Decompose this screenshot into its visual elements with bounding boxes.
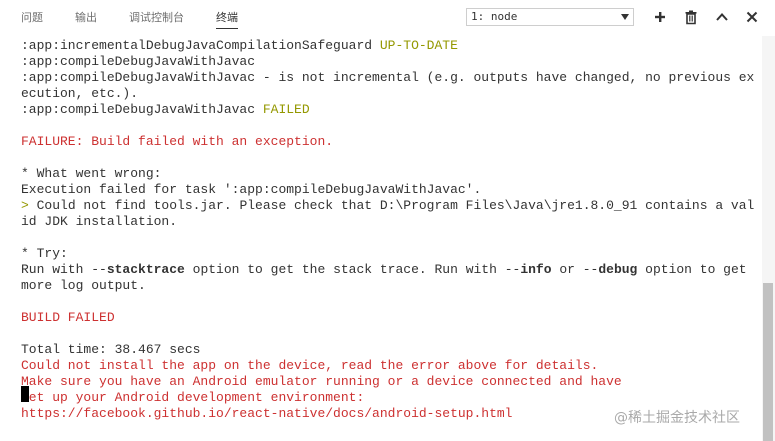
- terminal-line: Run with --stacktrace option to get the …: [21, 262, 754, 278]
- terminal-text-segment: FAILURE: Build failed with an exception.: [21, 134, 334, 149]
- terminal-text-segment: Could not install the app on the device,…: [21, 358, 599, 373]
- new-terminal-button[interactable]: [652, 9, 668, 25]
- panel-tab-bar: 问题 输出 调试控制台 终端 1: node: [0, 0, 775, 36]
- terminal-line: > Could not find tools.jar. Please check…: [21, 198, 754, 214]
- close-icon: [746, 11, 758, 23]
- terminal-line: BUILD FAILED: [21, 310, 754, 326]
- terminal-text-segment: * What went wrong:: [21, 166, 162, 181]
- terminal-line: * What went wrong:: [21, 166, 754, 182]
- terminal-text-segment: Execution failed for task ':app:compileD…: [21, 182, 482, 197]
- terminal-text-segment: option to get: [637, 262, 747, 277]
- terminal-cursor: [21, 386, 29, 402]
- terminal-text-segment: BUILD FAILED: [21, 310, 115, 325]
- terminal-line: * Try:: [21, 246, 754, 262]
- terminal-text-segment: :app:compileDebugJavaWithJavac - is not …: [21, 70, 755, 85]
- terminal-line: more log output.: [21, 278, 754, 294]
- terminal-text-segment: or --: [551, 262, 599, 277]
- terminal-line: ecution, etc.).: [21, 86, 754, 102]
- terminal-line: :app:incrementalDebugJavaCompilationSafe…: [21, 38, 754, 54]
- terminal-instance-select[interactable]: 1: node: [466, 8, 634, 26]
- trash-icon: [685, 10, 697, 25]
- terminal-text-segment: Total time: 38.467 secs: [21, 342, 201, 357]
- terminal-text-segment: :app:compileDebugJavaWithJavac: [21, 54, 256, 69]
- terminal-line: :app:compileDebugJavaWithJavac FAILED: [21, 102, 754, 118]
- terminal-text-segment: info: [520, 262, 552, 277]
- tab-problems[interactable]: 问题: [21, 11, 43, 25]
- terminal-line: Make sure you have an Android emulator r…: [21, 374, 754, 390]
- watermark-text: @稀土掘金技术社区: [614, 410, 740, 426]
- terminal-text-segment: FAILED: [262, 102, 310, 117]
- maximize-panel-button[interactable]: [714, 9, 730, 25]
- dropdown-caret-icon: [621, 14, 629, 20]
- terminal-line: Execution failed for task ':app:compileD…: [21, 182, 754, 198]
- tab-debug-console[interactable]: 调试控制台: [129, 11, 184, 25]
- terminal-text-segment: debug: [598, 262, 638, 277]
- tab-terminal[interactable]: 终端: [216, 11, 238, 29]
- close-panel-button[interactable]: [744, 9, 760, 25]
- terminal-text-segment: >: [21, 198, 37, 213]
- terminal-text-segment: Make sure you have an Android emulator r…: [21, 374, 622, 389]
- terminal-output[interactable]: :app:incrementalDebugJavaCompilationSafe…: [0, 36, 762, 441]
- terminal-text-segment: Could not find tools.jar. Please check t…: [36, 198, 755, 213]
- chevron-up-icon: [716, 13, 728, 21]
- terminal-text-segment: option to get the stack trace. Run with …: [184, 262, 521, 277]
- terminal-line: set up your Android development environm…: [21, 390, 754, 406]
- terminal-panel: 问题 输出 调试控制台 终端 1: node:app:incrementalD…: [0, 0, 775, 441]
- terminal-text-segment: more log output.: [21, 278, 146, 293]
- terminal-text-segment: :app:incrementalDebugJavaCompilationSafe…: [21, 38, 380, 53]
- terminal-lines: :app:incrementalDebugJavaCompilationSafe…: [21, 38, 754, 422]
- terminal-text-segment: id JDK installation.: [21, 214, 178, 229]
- terminal-text-segment: :app:compileDebugJavaWithJavac: [21, 102, 263, 117]
- terminal-text-segment: ecution, etc.).: [21, 86, 139, 101]
- terminal-instance-value: 1: node: [471, 10, 518, 23]
- terminal-text-segment: UP-TO-DATE: [379, 38, 458, 53]
- terminal-line: FAILURE: Build failed with an exception.: [21, 134, 754, 150]
- terminal-line: id JDK installation.: [21, 214, 754, 230]
- scrollbar-thumb[interactable]: [763, 283, 773, 441]
- terminal-text-segment: Run with --: [21, 262, 107, 277]
- terminal-text-segment: https://facebook.github.io/react-native/…: [21, 406, 513, 421]
- terminal-text-segment: * Try:: [21, 246, 68, 261]
- terminal-line: :app:compileDebugJavaWithJavac: [21, 54, 754, 70]
- terminal-text-segment: set up your Android development environm…: [21, 390, 365, 405]
- terminal-line: Could not install the app on the device,…: [21, 358, 754, 374]
- plus-icon: [655, 12, 665, 22]
- terminal-line: Total time: 38.467 secs: [21, 342, 754, 358]
- tab-output[interactable]: 输出: [75, 11, 97, 25]
- kill-terminal-button[interactable]: [683, 9, 699, 25]
- terminal-line: :app:compileDebugJavaWithJavac - is not …: [21, 70, 754, 86]
- terminal-text-segment: stacktrace: [106, 262, 185, 277]
